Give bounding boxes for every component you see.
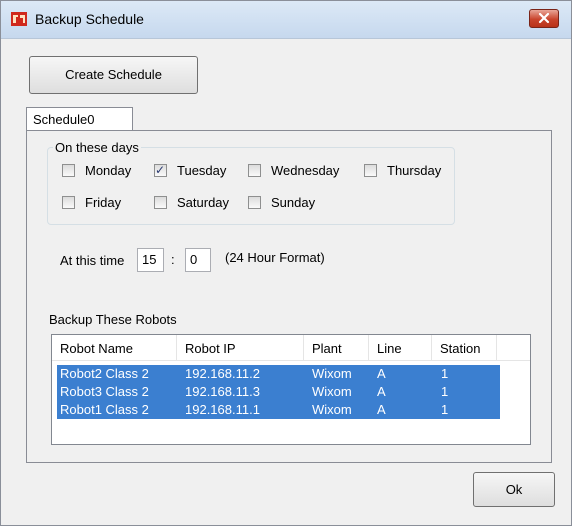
cell-plant: Wixom — [312, 366, 352, 381]
checkbox-label: Sunday — [271, 194, 316, 210]
checkbox-label: Thursday — [387, 162, 442, 178]
checkbox-box[interactable] — [62, 195, 75, 209]
time-label: At this time — [60, 253, 125, 268]
checkbox-saturday[interactable]: Saturday — [154, 194, 229, 210]
checkbox-tuesday[interactable]: ✓ Tuesday — [154, 162, 226, 178]
cell-robot-name: Robot3 Class 2 — [60, 384, 149, 399]
checkbox-thursday[interactable]: Thursday — [364, 162, 441, 178]
cell-station: 1 — [441, 366, 449, 381]
cell-line: A — [377, 384, 386, 399]
schedule-tab-panel: On these days Monday ✓ Tuesday Wednesday… — [26, 130, 552, 463]
checkbox-box[interactable] — [248, 195, 261, 209]
cell-station: 1 — [441, 384, 449, 399]
tab-schedule0[interactable]: Schedule0 — [26, 107, 133, 131]
checkbox-label: Friday — [85, 194, 122, 210]
table-row[interactable]: Robot3 Class 2 192.168.11.3 Wixom A 1 — [57, 383, 500, 401]
column-line[interactable]: Line — [369, 335, 432, 360]
column-robot-name[interactable]: Robot Name — [52, 335, 177, 360]
time-separator: : — [171, 252, 175, 267]
table-row[interactable]: Robot1 Class 2 192.168.11.1 Wixom A 1 — [57, 401, 500, 419]
close-button[interactable] — [529, 9, 559, 28]
column-station[interactable]: Station — [432, 335, 497, 360]
checkbox-box[interactable] — [248, 163, 261, 177]
hour-input[interactable]: 15 — [137, 248, 164, 272]
list-header: Robot Name Robot IP Plant Line Station — [52, 335, 530, 361]
days-group-label: On these days — [53, 140, 141, 155]
minute-input[interactable]: 0 — [185, 248, 211, 272]
time-format-note: (24 Hour Format) — [225, 250, 325, 265]
app-icon — [11, 12, 27, 26]
robots-list[interactable]: Robot Name Robot IP Plant Line Station R… — [51, 334, 531, 445]
cell-robot-name: Robot2 Class 2 — [60, 366, 149, 381]
checkbox-box[interactable] — [62, 163, 75, 177]
cell-station: 1 — [441, 402, 449, 417]
cell-line: A — [377, 402, 386, 417]
checkbox-box[interactable] — [154, 195, 167, 209]
checkbox-wednesday[interactable]: Wednesday — [248, 162, 339, 178]
table-row[interactable]: Robot2 Class 2 192.168.11.2 Wixom A 1 — [57, 365, 500, 383]
checkbox-monday[interactable]: Monday — [62, 162, 131, 178]
backup-schedule-window: Backup Schedule Create Schedule Schedule… — [0, 0, 572, 526]
checkmark-icon: ✓ — [155, 162, 166, 177]
checkbox-label: Tuesday — [177, 162, 227, 178]
cell-robot-name: Robot1 Class 2 — [60, 402, 149, 417]
title-bar[interactable]: Backup Schedule — [1, 1, 571, 39]
cell-robot-ip: 192.168.11.1 — [185, 402, 260, 417]
dialog-client: Create Schedule Schedule0 On these days … — [9, 39, 565, 519]
close-icon — [538, 12, 550, 24]
checkbox-box[interactable] — [364, 163, 377, 177]
create-schedule-button[interactable]: Create Schedule — [29, 56, 198, 94]
ok-button[interactable]: Ok — [473, 472, 555, 507]
robots-label: Backup These Robots — [49, 312, 177, 327]
cell-robot-ip: 192.168.11.2 — [185, 366, 260, 381]
checkbox-friday[interactable]: Friday — [62, 194, 121, 210]
checkbox-box[interactable]: ✓ — [154, 162, 167, 177]
checkbox-label: Saturday — [177, 194, 230, 210]
checkbox-sunday[interactable]: Sunday — [248, 194, 315, 210]
window-title: Backup Schedule — [35, 11, 144, 27]
checkbox-label: Wednesday — [271, 162, 340, 178]
cell-plant: Wixom — [312, 402, 352, 417]
column-robot-ip[interactable]: Robot IP — [177, 335, 304, 360]
cell-robot-ip: 192.168.11.3 — [185, 384, 260, 399]
days-group: On these days Monday ✓ Tuesday Wednesday… — [47, 140, 455, 225]
checkbox-label: Monday — [85, 162, 132, 178]
cell-line: A — [377, 366, 386, 381]
column-plant[interactable]: Plant — [304, 335, 369, 360]
cell-plant: Wixom — [312, 384, 352, 399]
